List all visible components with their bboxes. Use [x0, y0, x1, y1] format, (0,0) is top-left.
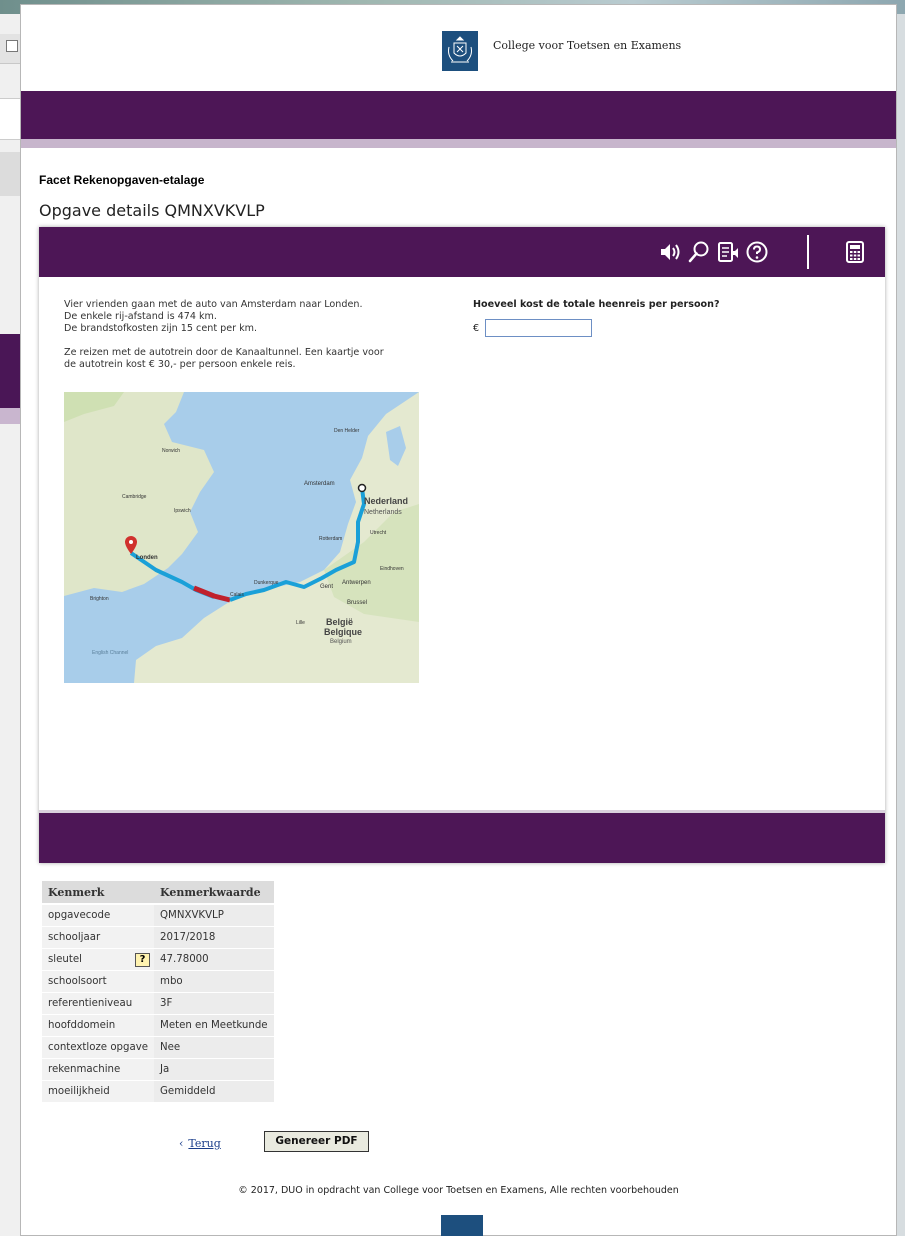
property-value: mbo: [154, 970, 274, 993]
table-row: hoofddomein Meten en Meetkunde: [42, 1014, 274, 1037]
property-key: schooljaar: [42, 926, 155, 949]
map-label-cambridge: Cambridge: [122, 494, 147, 500]
background-window-checkbox: [6, 40, 18, 52]
calculator-icon[interactable]: [843, 240, 867, 264]
question-text: Vier vrienden gaan met de auto van Amste…: [64, 299, 424, 371]
property-value: QMNXVKVLP: [154, 904, 274, 927]
help-badge[interactable]: ?: [135, 952, 151, 967]
map-label-brighton: Brighton: [90, 596, 109, 602]
background-window-left: [0, 14, 22, 1236]
question-toolbar: [39, 227, 885, 277]
currency-label: €: [473, 323, 480, 334]
header-band: [21, 91, 896, 139]
question-line: Ze reizen met de autotrein door de Kanaa…: [64, 347, 384, 358]
map-label-belgie: België: [326, 617, 353, 627]
browser-page: College voor Toetsen en Examens Facet Re…: [20, 4, 897, 1236]
speaker-icon[interactable]: [658, 240, 682, 264]
footer-tab: [441, 1215, 483, 1236]
background-window-lilac-band: [0, 408, 22, 424]
property-key: hoofddomein: [42, 1014, 155, 1037]
help-icon[interactable]: [745, 240, 769, 264]
property-key: contextloze opgave: [42, 1036, 155, 1059]
question-frame: Vier vrienden gaan met de auto van Amste…: [39, 227, 885, 863]
property-value: 3F: [154, 992, 274, 1015]
question-prompt: Hoeveel kost de totale heenreis per pers…: [473, 299, 720, 310]
organization-name: College voor Toetsen en Examens: [493, 39, 682, 52]
map-label-utrecht: Utrecht: [370, 530, 387, 536]
property-key: moeilijkheid: [42, 1080, 155, 1103]
property-key: rekenmachine: [42, 1058, 155, 1081]
properties-table: Kenmerk Kenmerkwaarde opgavecode QMNXVKV…: [42, 881, 274, 1103]
map-label-londen: Londen: [136, 555, 158, 561]
map-label-nederland: Nederland: [364, 496, 408, 506]
property-key: opgavecode: [42, 904, 155, 927]
table-row: schoolsoort mbo: [42, 970, 274, 993]
copyright-footer: © 2017, DUO in opdracht van College voor…: [238, 1185, 679, 1196]
generate-pdf-button[interactable]: Genereer PDF: [264, 1131, 369, 1152]
table-row: sleutel? 47.78000: [42, 948, 274, 971]
property-key-cell: sleutel?: [42, 948, 155, 971]
map-label-dunkerque: Dunkerque: [254, 580, 279, 586]
question-line: De enkele rij-afstand is 474 km.: [64, 311, 217, 322]
toolbar-separator: [807, 235, 809, 269]
map-label-amsterdam: Amsterdam: [304, 481, 335, 487]
question-footer-band: [39, 813, 885, 863]
chevron-left-icon: ‹: [179, 1137, 184, 1150]
column-header: Kenmerkwaarde: [154, 881, 274, 905]
table-header-row: Kenmerk Kenmerkwaarde: [42, 881, 274, 905]
map-label-antwerpen: Antwerpen: [342, 580, 371, 586]
background-window-band: [0, 152, 22, 196]
property-value: 47.78000: [154, 948, 274, 971]
background-window-purple-band: [0, 334, 22, 408]
map-label-eindhoven: Eindhoven: [380, 566, 404, 572]
property-value: Gemiddeld: [154, 1080, 274, 1103]
map-label-gent: Gent: [320, 584, 333, 590]
property-key: sleutel: [48, 953, 82, 965]
map-label-calais: Calais: [230, 592, 244, 598]
map-label-den-helder: Den Helder: [334, 428, 360, 434]
table-row: opgavecode QMNXVKVLP: [42, 904, 274, 927]
read-aloud-icon[interactable]: [716, 240, 740, 264]
question-line: de autotrein kost € 30,- per persoon enk…: [64, 359, 296, 370]
question-line: De brandstofkosten zijn 15 cent per km.: [64, 323, 258, 334]
header-accent-band: [21, 139, 896, 148]
column-header: Kenmerk: [42, 881, 155, 905]
table-row: referentieniveau 3F: [42, 992, 274, 1015]
map-label-norwich: Norwich: [162, 448, 180, 454]
map-label-rotterdam: Rotterdam: [319, 536, 342, 542]
map-label-lille: Lille: [296, 620, 305, 626]
background-window-right: [896, 14, 905, 1236]
map-label-belgium: Belgium: [330, 639, 352, 645]
back-link-label: Terug: [188, 1137, 221, 1150]
route-map: Amsterdam Nederland Netherlands Londen B…: [64, 392, 419, 683]
map-label-netherlands: Netherlands: [364, 509, 402, 516]
table-row: rekenmachine Ja: [42, 1058, 274, 1081]
page-title: Opgave details QMNXVKVLP: [39, 201, 265, 220]
property-value: Nee: [154, 1036, 274, 1059]
property-value: 2017/2018: [154, 926, 274, 949]
map-label-english-channel: English Channel: [92, 650, 128, 656]
background-window-field: [0, 98, 22, 140]
property-value: Meten en Meetkunde: [154, 1014, 274, 1037]
table-row: contextloze opgave Nee: [42, 1036, 274, 1059]
property-key: referentieniveau: [42, 992, 155, 1015]
answer-input[interactable]: [485, 319, 592, 337]
question-line: Vier vrienden gaan met de auto van Amste…: [64, 299, 363, 310]
map-label-ipswich: Ipswich: [174, 508, 191, 514]
site-header: College voor Toetsen en Examens: [21, 5, 896, 91]
property-value: Ja: [154, 1058, 274, 1081]
table-row: moeilijkheid Gemiddeld: [42, 1080, 274, 1103]
back-link[interactable]: ‹ Terug: [179, 1137, 221, 1150]
property-key: schoolsoort: [42, 970, 155, 993]
magnifier-icon[interactable]: [687, 240, 711, 264]
section-title: Facet Rekenopgaven-etalage: [39, 173, 205, 187]
map-label-belgique: Belgique: [324, 627, 362, 637]
map-label-brussel: Brussel: [347, 600, 367, 606]
rijkswapen-crest-icon: [442, 31, 478, 71]
table-row: schooljaar 2017/2018: [42, 926, 274, 949]
